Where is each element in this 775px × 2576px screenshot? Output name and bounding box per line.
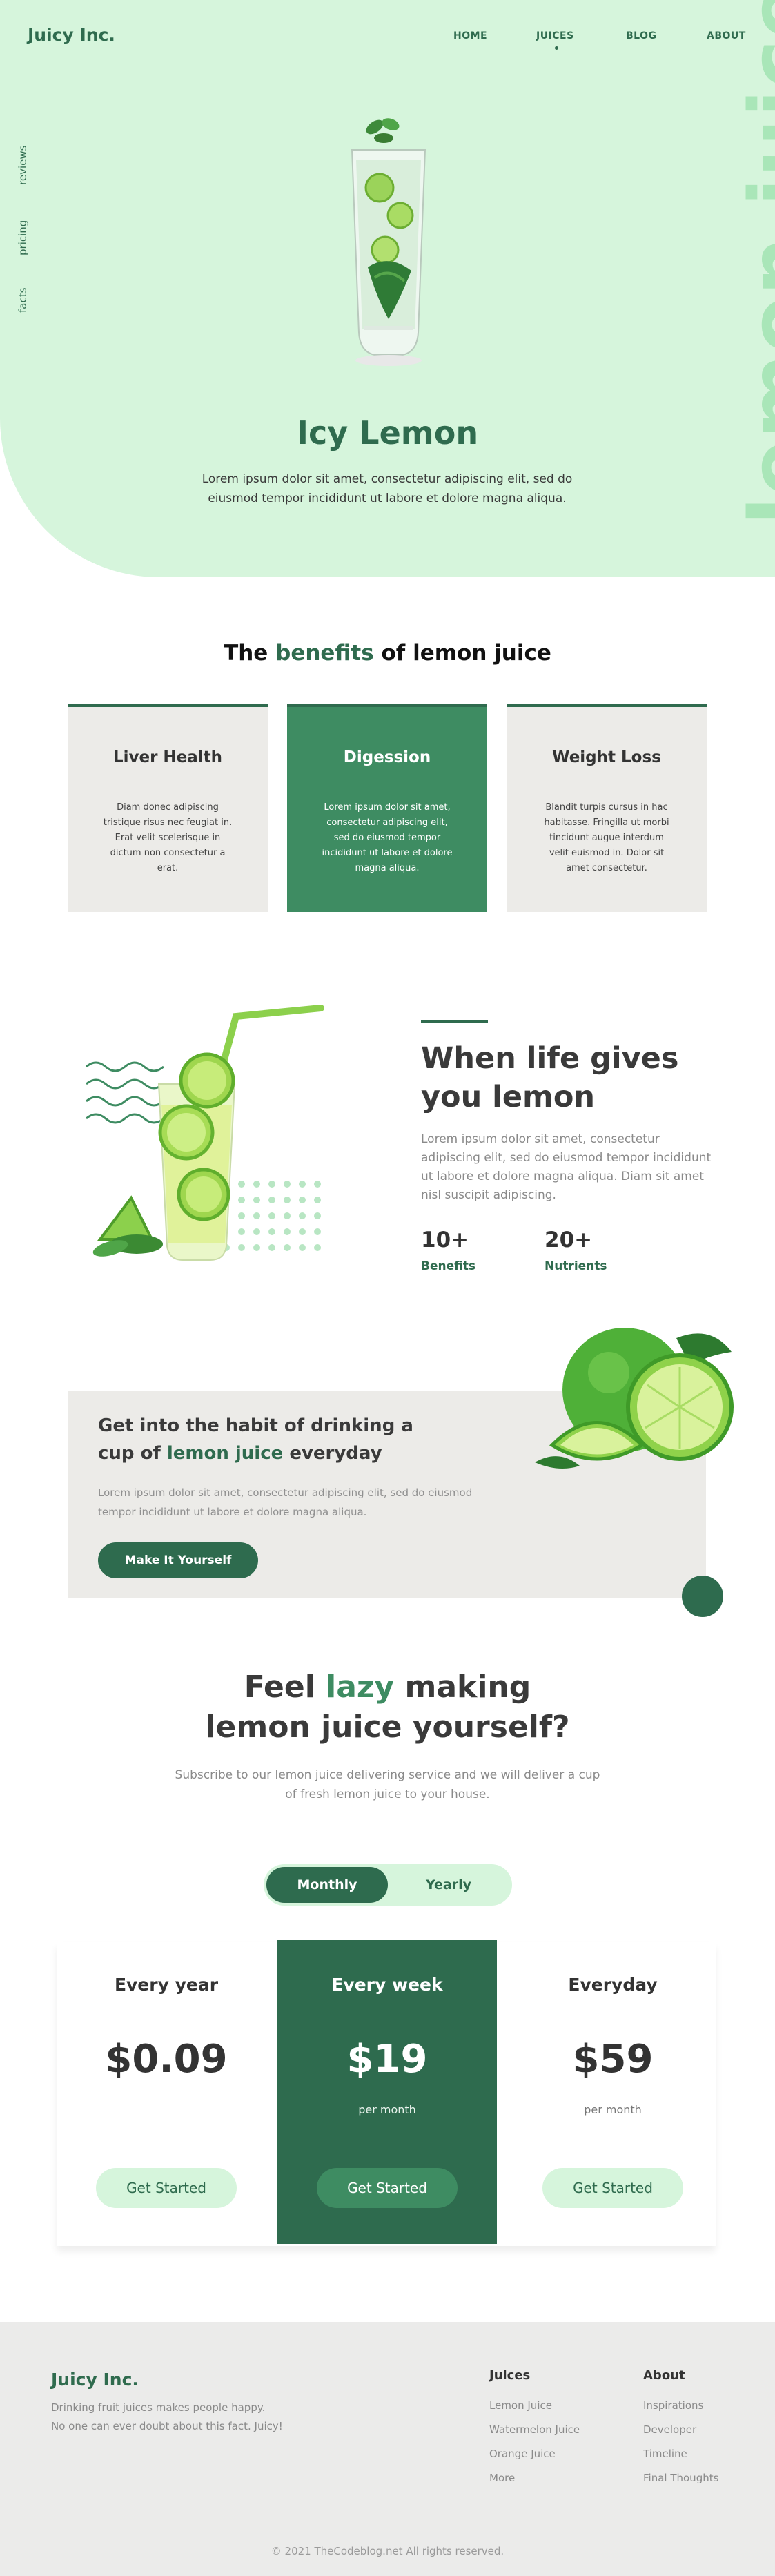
green-circle-button[interactable] — [682, 1576, 723, 1617]
footer-link-more[interactable]: More — [489, 2472, 515, 2484]
benefits-title-highlight: benefits — [275, 641, 374, 666]
get-started-button[interactable]: Get Started — [317, 2168, 458, 2208]
nav-juices[interactable]: JUICES — [536, 30, 574, 41]
stat-nutrients-number: 20+ — [545, 1228, 593, 1252]
plan-everyday: Everyday $59 per month Get Started — [503, 1940, 723, 2244]
stat-benefits-number: 10+ — [421, 1228, 469, 1252]
life-accent-line — [421, 1020, 488, 1023]
habit-title-highlight: lemon juice — [166, 1443, 284, 1464]
benefit-card-text: Blandit turpis cursus in hac habitasse. … — [544, 802, 669, 873]
plan-name: Everyday — [568, 1975, 658, 1995]
plan-period: per month — [358, 2103, 416, 2116]
plan-price: $0.09 — [105, 2037, 228, 2082]
habit-description: Lorem ipsum dolor sit amet, consectetur … — [98, 1486, 473, 1518]
toggle-yearly[interactable]: Yearly — [388, 1867, 509, 1903]
footer-about-heading: About — [643, 2368, 685, 2383]
life-description: Lorem ipsum dolor sit amet, consectetur … — [421, 1132, 712, 1202]
plan-price: $59 — [572, 2037, 654, 2082]
copyright: © 2021 TheCodeblog.net All rights reserv… — [271, 2545, 504, 2557]
footer-link-final-thoughts[interactable]: Final Thoughts — [643, 2472, 718, 2484]
benefits-title: The benefits of lemon juice — [224, 641, 551, 666]
side-link-pricing[interactable]: pricing — [17, 220, 29, 255]
wave-lines-icon — [86, 1061, 164, 1124]
footer-logo[interactable]: Juicy Inc. — [51, 2370, 139, 2390]
habit-title: Get into the habit of drinking a cup of l… — [98, 1415, 413, 1464]
benefit-card-text: Diam donec adipiscing tristique risus ne… — [103, 802, 233, 873]
hero-description: Lorem ipsum dolor sit amet, consectetur … — [202, 472, 573, 505]
benefit-card-text: Lorem ipsum dolor sit amet, consectetur … — [322, 802, 453, 873]
billing-toggle[interactable]: Monthly Yearly — [264, 1864, 512, 1906]
stat-benefits-label: Benefits — [421, 1259, 475, 1273]
footer-description-line2: No one can ever doubt about this fact. J… — [51, 2420, 283, 2432]
footer-link-watermelon-juice[interactable]: Watermelon Juice — [489, 2423, 580, 2436]
footer-link-timeline[interactable]: Timeline — [643, 2448, 687, 2460]
plan-every-week: Every week $19 per month Get Started — [277, 1940, 497, 2244]
lime-image — [535, 1328, 734, 1469]
footer-description-line1: Drinking fruit juices makes people happy… — [51, 2401, 266, 2414]
benefit-card-title: Liver Health — [112, 748, 223, 766]
benefit-card-digession[interactable]: Digession Lorem ipsum dolor sit amet, co… — [287, 704, 487, 912]
hero-title: Icy Lemon — [296, 414, 479, 452]
plan-every-year: Every year $0.09 Get Started — [57, 1940, 276, 2244]
footer-link-lemon-juice[interactable]: Lemon Juice — [489, 2399, 552, 2412]
stat-nutrients-label: Nutrients — [545, 1259, 607, 1273]
logo[interactable]: Juicy Inc. — [28, 25, 115, 45]
plan-name: Every year — [114, 1975, 219, 1995]
footer-link-developer[interactable]: Developer — [643, 2423, 696, 2436]
plan-price: $19 — [346, 2037, 428, 2082]
icy-lemon-glass-image — [351, 118, 426, 366]
side-link-facts[interactable]: facts — [17, 278, 29, 313]
life-title: When life gives you lemon — [421, 1041, 679, 1114]
lazy-title-highlight: lazy — [326, 1669, 395, 1705]
lazy-description: Subscribe to our lemon juice delivering … — [175, 1768, 600, 1801]
footer-link-inspirations[interactable]: Inspirations — [643, 2399, 703, 2412]
toggle-monthly[interactable]: Monthly — [266, 1867, 388, 1903]
benefit-card-title: Digession — [343, 748, 431, 766]
make-it-yourself-button[interactable]: Make It Yourself — [98, 1542, 258, 1578]
lemonade-glass-image — [86, 1005, 324, 1261]
footer-link-orange-juice[interactable]: Orange Juice — [489, 2448, 556, 2460]
plan-period: per month — [584, 2103, 642, 2116]
benefit-card-liver-health[interactable]: Liver Health Diam donec adipiscing trist… — [68, 704, 268, 912]
get-started-button[interactable]: Get Started — [96, 2168, 237, 2208]
side-link-reviews[interactable]: reviews — [17, 146, 29, 185]
lazy-title: Feel lazy making lemon juice yourself? — [205, 1669, 570, 1745]
plan-name: Every week — [331, 1975, 443, 1995]
benefit-card-weight-loss[interactable]: Weight Loss Blandit turpis cursus in hac… — [507, 704, 707, 912]
active-nav-indicator — [555, 46, 558, 50]
nav-blog[interactable]: BLOG — [626, 30, 657, 41]
dot-grid-icon — [223, 1181, 321, 1251]
footer-juices-heading: Juices — [489, 2368, 531, 2383]
mint-leaves-icon — [366, 118, 400, 143]
benefit-card-title: Weight Loss — [552, 748, 661, 766]
get-started-button[interactable]: Get Started — [542, 2168, 683, 2208]
nav-about[interactable]: ABOUT — [707, 30, 746, 41]
nav-home[interactable]: HOME — [453, 30, 487, 41]
